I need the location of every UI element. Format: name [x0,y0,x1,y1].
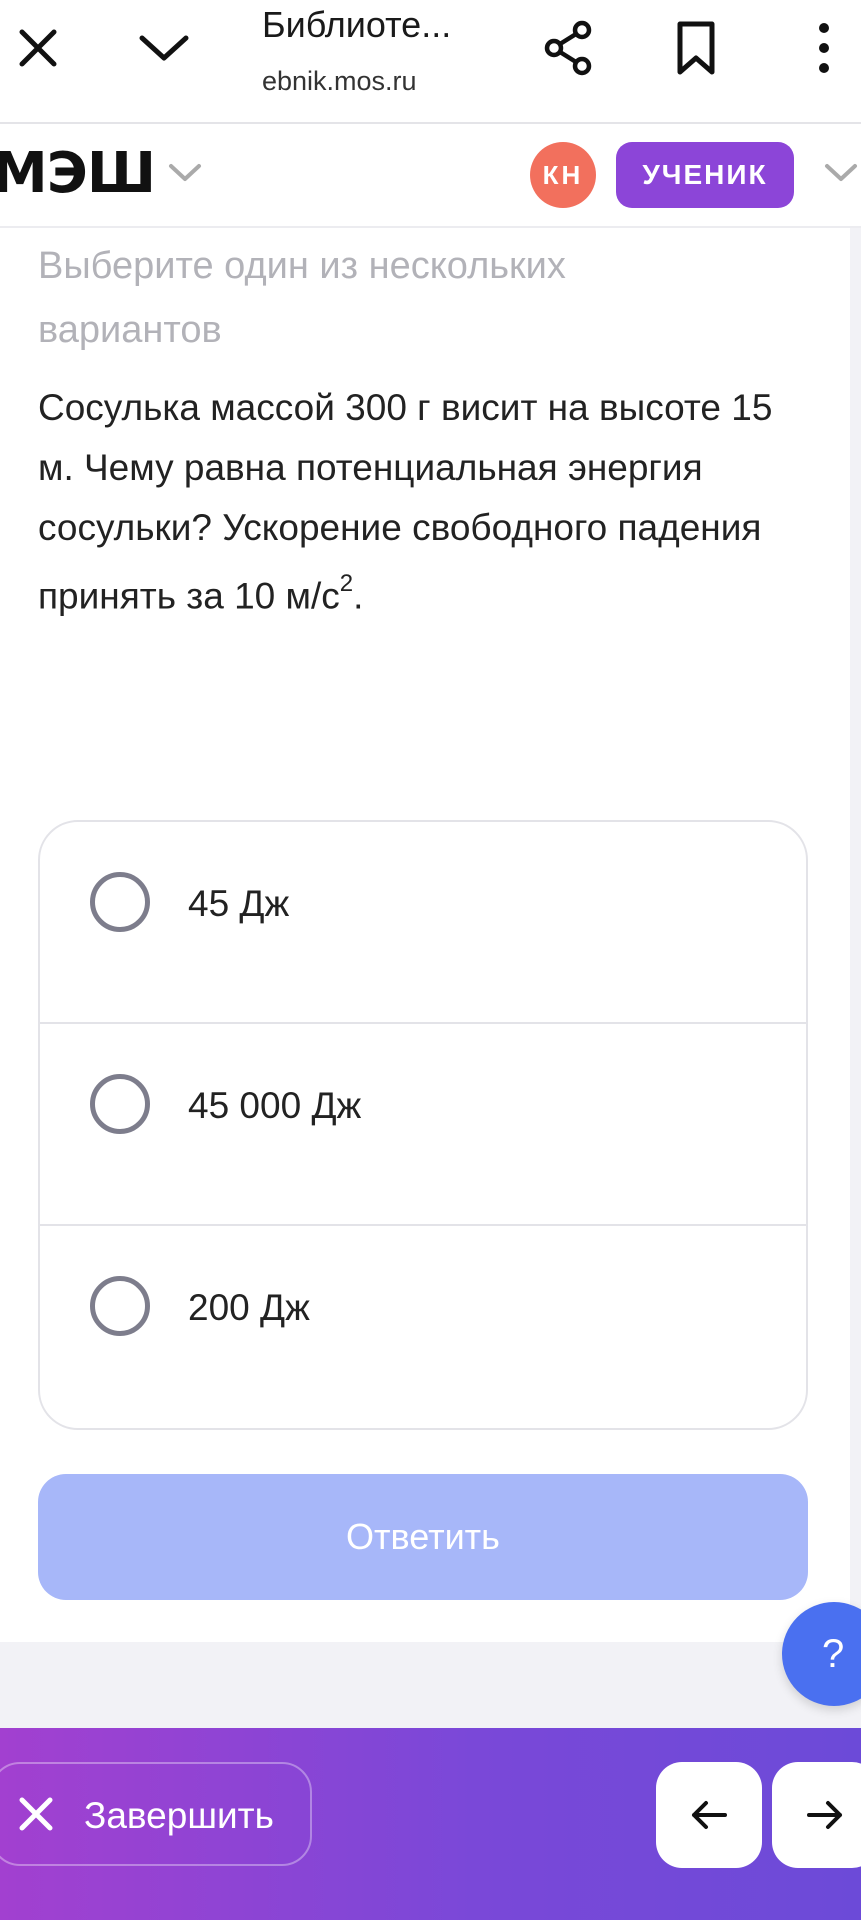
role-badge[interactable]: УЧЕНИК [616,142,794,208]
share-icon[interactable] [536,16,600,80]
answer-option-label: 200 Дж [188,1287,310,1328]
bookmark-icon[interactable] [664,16,728,80]
chevron-down-icon[interactable] [824,162,858,189]
task-card: Выберите один из нескольких вариантов Со… [0,228,850,1642]
avatar[interactable]: КН [530,142,596,208]
answer-option-label: 45 000 Дж [188,1085,362,1126]
app-logo[interactable]: МЭШ [0,142,156,206]
task-instruction: Выберите один из нескольких вариантов [38,245,566,351]
chevron-down-icon[interactable] [168,162,202,189]
answer-options: 45 Дж 45 000 Дж 200 Дж [38,820,808,1430]
answer-option[interactable]: 45 000 Дж [40,1024,806,1226]
close-icon[interactable] [6,16,70,80]
page-url[interactable]: ebnik.mos.ru [262,66,442,97]
page-title: Библиоте... [262,4,452,45]
finish-label: Завершить [84,1795,274,1836]
finish-button[interactable]: Завершить [0,1762,312,1866]
question-exponent: 2 [339,570,354,597]
answer-option[interactable]: 200 Дж [40,1226,806,1428]
arrow-left-icon [692,1801,727,1829]
bottom-bar: Завершить [0,1728,861,1920]
arrow-right-icon [807,1801,842,1829]
question-body: Сосулька массой 300 г висит на высоте 15… [38,387,773,617]
next-button[interactable] [772,1762,861,1868]
app-header: МЭШ КН УЧЕНИК [0,124,861,228]
radio-button[interactable] [90,1276,150,1336]
screen: Библиоте... ebnik.mos.ru МЭШ КН УЧЕНИК В… [0,0,861,1920]
radio-button[interactable] [90,872,150,932]
question-period: . [353,575,364,617]
radio-button[interactable] [90,1074,150,1134]
answer-option[interactable]: 45 Дж [40,822,806,1024]
browser-toolbar: Библиоте... ebnik.mos.ru [0,0,861,124]
chevron-down-icon[interactable] [132,16,196,80]
more-vertical-icon[interactable] [792,16,856,80]
answer-button[interactable]: Ответить [38,1474,808,1600]
prev-button[interactable] [656,1762,762,1868]
question-text: Сосулька массой 300 г висит на высоте 15… [38,378,818,626]
close-icon [16,1794,56,1839]
answer-option-label: 45 Дж [188,883,290,924]
